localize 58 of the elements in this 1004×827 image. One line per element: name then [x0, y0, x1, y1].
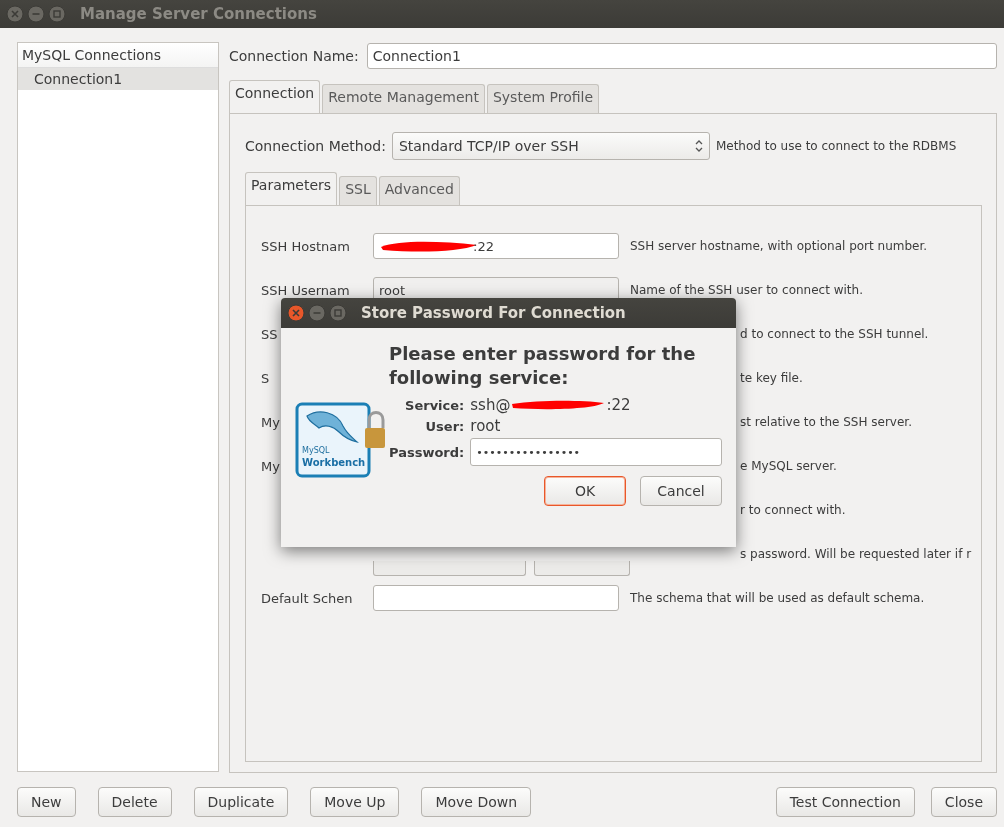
- field-label: SSH Hostnam: [261, 238, 351, 254]
- minimize-icon[interactable]: [27, 5, 45, 23]
- help-text: The schema that will be used as default schema.: [630, 591, 926, 605]
- input-field[interactable]: :22: [373, 233, 619, 259]
- field-label: Default Schen: [261, 590, 354, 606]
- password-label: Password:: [389, 444, 465, 460]
- dialog-title: Store Password For Connection: [361, 304, 626, 322]
- tab[interactable]: Parameters: [245, 172, 338, 205]
- help-text: e MySQL server.: [739, 459, 838, 473]
- service-label: Service:: [405, 397, 465, 413]
- action-button[interactable]: New: [17, 787, 76, 817]
- action-button[interactable]: Delete: [97, 787, 172, 817]
- connection-name-label: Connection Name:: [229, 48, 359, 64]
- action-button[interactable]: Close: [930, 787, 997, 817]
- close-icon[interactable]: [287, 304, 305, 322]
- minimize-icon[interactable]: [308, 304, 326, 322]
- spinner-arrows-icon: [694, 139, 703, 153]
- password-field[interactable]: ••••••••••••••••: [470, 438, 722, 466]
- tab[interactable]: Remote Management: [322, 84, 485, 113]
- help-text: st relative to the SSH server.: [739, 415, 913, 429]
- store-button[interactable]: [373, 561, 526, 576]
- connection-method-label: Connection Method:: [245, 138, 386, 154]
- help-text: SSH server hostname, with optional port number.: [630, 239, 929, 253]
- field-label: SS: [261, 326, 278, 342]
- tab[interactable]: SSL: [339, 176, 377, 205]
- action-button[interactable]: Move Down: [421, 787, 532, 817]
- close-icon[interactable]: [6, 5, 24, 23]
- help-text: Method to use to connect to the RDBMS: [715, 139, 957, 153]
- action-button[interactable]: Test Connection: [775, 787, 915, 817]
- service-value: ssh@: [470, 396, 511, 414]
- tab[interactable]: System Profile: [486, 84, 600, 113]
- help-text: d to connect to the SSH tunnel.: [739, 327, 930, 341]
- service-value: :22: [606, 396, 631, 414]
- dialog-button[interactable]: OK: [544, 476, 626, 506]
- help-text: Name of the SSH user to connect with.: [630, 283, 864, 297]
- dialog-heading: Please enter password for the following service:: [389, 342, 697, 390]
- help-text: s password. Will be requested later if r: [739, 547, 973, 561]
- field-label: S: [261, 370, 270, 386]
- user-value: root: [470, 417, 502, 435]
- action-button[interactable]: Duplicate: [193, 787, 289, 817]
- maximize-icon[interactable]: [48, 5, 66, 23]
- input-field[interactable]: [373, 585, 619, 611]
- tab[interactable]: Advanced: [378, 176, 460, 205]
- tab[interactable]: Connection: [229, 80, 321, 113]
- field-label: SSH Usernam: [261, 282, 351, 298]
- clear-button[interactable]: [533, 561, 630, 576]
- connection-name-field[interactable]: Connection1: [366, 43, 997, 69]
- maximize-icon[interactable]: [329, 304, 347, 322]
- connection-item[interactable]: Connection1: [18, 68, 218, 90]
- field-label: My: [261, 414, 280, 430]
- action-button[interactable]: Move Up: [310, 787, 400, 817]
- connection-method-dropdown[interactable]: Standard TCP/IP over SSH: [391, 132, 710, 160]
- field-label: My: [261, 458, 280, 474]
- window-title: Manage Server Connections: [80, 5, 317, 23]
- help-text: r to connect with.: [739, 503, 847, 517]
- dialog-button[interactable]: Cancel: [640, 476, 722, 506]
- user-label: User:: [425, 418, 465, 434]
- help-text: te key file.: [739, 371, 804, 385]
